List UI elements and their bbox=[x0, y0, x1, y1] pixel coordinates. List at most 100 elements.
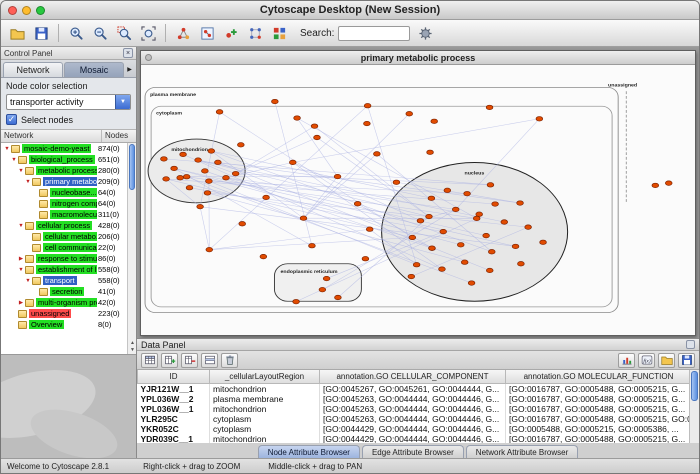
zoom-selected-region-icon[interactable] bbox=[113, 22, 135, 44]
tree-row[interactable]: macromolecule...311(0) bbox=[1, 209, 127, 220]
disclosure-triangle-icon[interactable]: ▼ bbox=[24, 278, 32, 284]
network-node[interactable] bbox=[473, 216, 480, 221]
open-session-icon[interactable] bbox=[6, 22, 28, 44]
tree-row[interactable]: unassigned223(0) bbox=[1, 308, 127, 319]
tree-row[interactable]: nitrogen compo...64(0) bbox=[1, 198, 127, 209]
close-window-button[interactable] bbox=[8, 6, 17, 15]
disclosure-triangle-icon[interactable]: ▶ bbox=[17, 300, 25, 306]
tree-row[interactable]: secretion41(0) bbox=[1, 286, 127, 297]
network-node[interactable] bbox=[293, 299, 300, 304]
select-attributes-icon[interactable] bbox=[141, 353, 158, 368]
tab-network-attribute-browser[interactable]: Network Attribute Browser bbox=[466, 445, 578, 458]
network-node[interactable] bbox=[364, 121, 371, 126]
minimize-window-button[interactable] bbox=[22, 6, 31, 15]
network-node[interactable] bbox=[476, 212, 483, 217]
tree-row[interactable]: nucleobase...64(0) bbox=[1, 187, 127, 198]
zoom-out-icon[interactable] bbox=[89, 22, 111, 44]
delete-row-icon[interactable] bbox=[221, 353, 238, 368]
network-node[interactable] bbox=[426, 214, 433, 219]
network-node[interactable] bbox=[501, 220, 508, 225]
zoom-fit-icon[interactable] bbox=[137, 22, 159, 44]
table-row[interactable]: YJR121W__1mitochondrion[GO:0045267, GO:0… bbox=[138, 383, 692, 394]
table-scrollbar-thumb[interactable] bbox=[691, 371, 698, 401]
network-node[interactable] bbox=[208, 149, 215, 154]
disclosure-triangle-icon[interactable]: ▼ bbox=[17, 267, 25, 273]
network-node[interactable] bbox=[206, 179, 213, 184]
tree-row[interactable]: ▼establishment of l...558(0) bbox=[1, 264, 127, 275]
network-node[interactable] bbox=[223, 175, 230, 180]
network-node[interactable] bbox=[260, 254, 267, 259]
network-node[interactable] bbox=[488, 250, 495, 255]
network-node[interactable] bbox=[334, 174, 341, 179]
network-node[interactable] bbox=[652, 183, 659, 188]
network-node[interactable] bbox=[183, 174, 190, 179]
disclosure-triangle-icon[interactable]: ▼ bbox=[3, 146, 11, 152]
tree-row[interactable]: cellular metabo...206(0) bbox=[1, 231, 127, 242]
table-row[interactable]: YPL036W__1mitochondrion[GO:0045263, GO:0… bbox=[138, 404, 692, 414]
tab-overflow-icon[interactable]: ▶ bbox=[124, 62, 135, 77]
tab-edge-attribute-browser[interactable]: Edge Attribute Browser bbox=[362, 445, 464, 458]
network-node[interactable] bbox=[439, 267, 446, 272]
column-header[interactable]: annotation.GO MOLECULAR_FUNCTION bbox=[506, 370, 692, 383]
network-node[interactable] bbox=[408, 274, 415, 279]
zoom-in-icon[interactable] bbox=[65, 22, 87, 44]
first-neighbors-icon[interactable] bbox=[172, 22, 194, 44]
network-node[interactable] bbox=[163, 177, 170, 182]
network-node[interactable] bbox=[413, 262, 420, 267]
disclosure-triangle-icon[interactable]: ▼ bbox=[24, 179, 32, 185]
annotation-icon[interactable] bbox=[220, 22, 242, 44]
network-node[interactable] bbox=[202, 169, 209, 174]
search-input[interactable] bbox=[338, 26, 410, 41]
tree-scrollbar[interactable]: ▲ ▼ bbox=[127, 143, 136, 354]
network-node[interactable] bbox=[393, 180, 400, 185]
tree-header-nodes[interactable]: Nodes bbox=[102, 130, 136, 142]
network-node[interactable] bbox=[311, 124, 318, 129]
table-row[interactable]: YPL036W__2plasma membrane[GO:0045263, GO… bbox=[138, 394, 692, 404]
column-header[interactable]: annotation.GO CELLULAR_COMPONENT bbox=[320, 370, 506, 383]
network-node[interactable] bbox=[232, 171, 239, 176]
new-network-from-selection-icon[interactable] bbox=[196, 22, 218, 44]
network-node[interactable] bbox=[195, 158, 202, 163]
table-row[interactable]: YLR295Ccytoplasm[GO:0045263, GO:0044444,… bbox=[138, 414, 692, 424]
network-node[interactable] bbox=[406, 112, 413, 117]
network-node[interactable] bbox=[323, 276, 330, 281]
scroll-up-icon[interactable]: ▲ bbox=[128, 340, 136, 346]
network-node[interactable] bbox=[204, 191, 211, 196]
function-builder-icon[interactable] bbox=[638, 353, 655, 368]
network-node[interactable] bbox=[300, 216, 307, 221]
select-nodes-checkbox[interactable]: ✓ bbox=[6, 114, 17, 125]
tree-scrollbar-thumb[interactable] bbox=[129, 144, 135, 190]
network-node[interactable] bbox=[161, 157, 168, 162]
tree-row[interactable]: ▼primary metabo...209(0) bbox=[1, 176, 127, 187]
table-row[interactable]: YKR052Ccytoplasm[GO:0044429, GO:0044444,… bbox=[138, 424, 692, 434]
network-node[interactable] bbox=[487, 183, 494, 188]
network-node[interactable] bbox=[237, 143, 244, 148]
network-node[interactable] bbox=[354, 202, 361, 207]
network-node[interactable] bbox=[431, 119, 438, 124]
table-row[interactable]: YDR039C__1mitochondrion[GO:0044429, GO:0… bbox=[138, 434, 692, 444]
tree-row[interactable]: ▼transport558(0) bbox=[1, 275, 127, 286]
disclosure-triangle-icon[interactable]: ▼ bbox=[17, 168, 25, 174]
network-node[interactable] bbox=[440, 229, 447, 234]
network-node[interactable] bbox=[409, 235, 416, 240]
delete-attribute-icon[interactable] bbox=[181, 353, 198, 368]
network-node[interactable] bbox=[272, 99, 279, 104]
network-node[interactable] bbox=[374, 152, 381, 157]
network-node[interactable] bbox=[525, 225, 532, 230]
table-scrollbar[interactable] bbox=[689, 370, 699, 443]
network-node[interactable] bbox=[464, 191, 471, 196]
network-node[interactable] bbox=[518, 262, 525, 267]
network-node[interactable] bbox=[417, 219, 424, 224]
export-table-icon[interactable] bbox=[678, 353, 695, 368]
window-titlebar[interactable]: Cytoscape Desktop (New Session) bbox=[1, 1, 699, 20]
network-node[interactable] bbox=[486, 105, 493, 110]
network-node[interactable] bbox=[314, 135, 321, 140]
layout-icon[interactable] bbox=[244, 22, 266, 44]
network-node[interactable] bbox=[429, 246, 436, 251]
network-node[interactable] bbox=[171, 166, 178, 171]
network-node[interactable] bbox=[457, 243, 464, 248]
disclosure-triangle-icon[interactable]: ▼ bbox=[17, 223, 25, 229]
network-node[interactable] bbox=[452, 207, 459, 212]
network-node[interactable] bbox=[517, 201, 524, 206]
network-node[interactable] bbox=[216, 110, 223, 115]
